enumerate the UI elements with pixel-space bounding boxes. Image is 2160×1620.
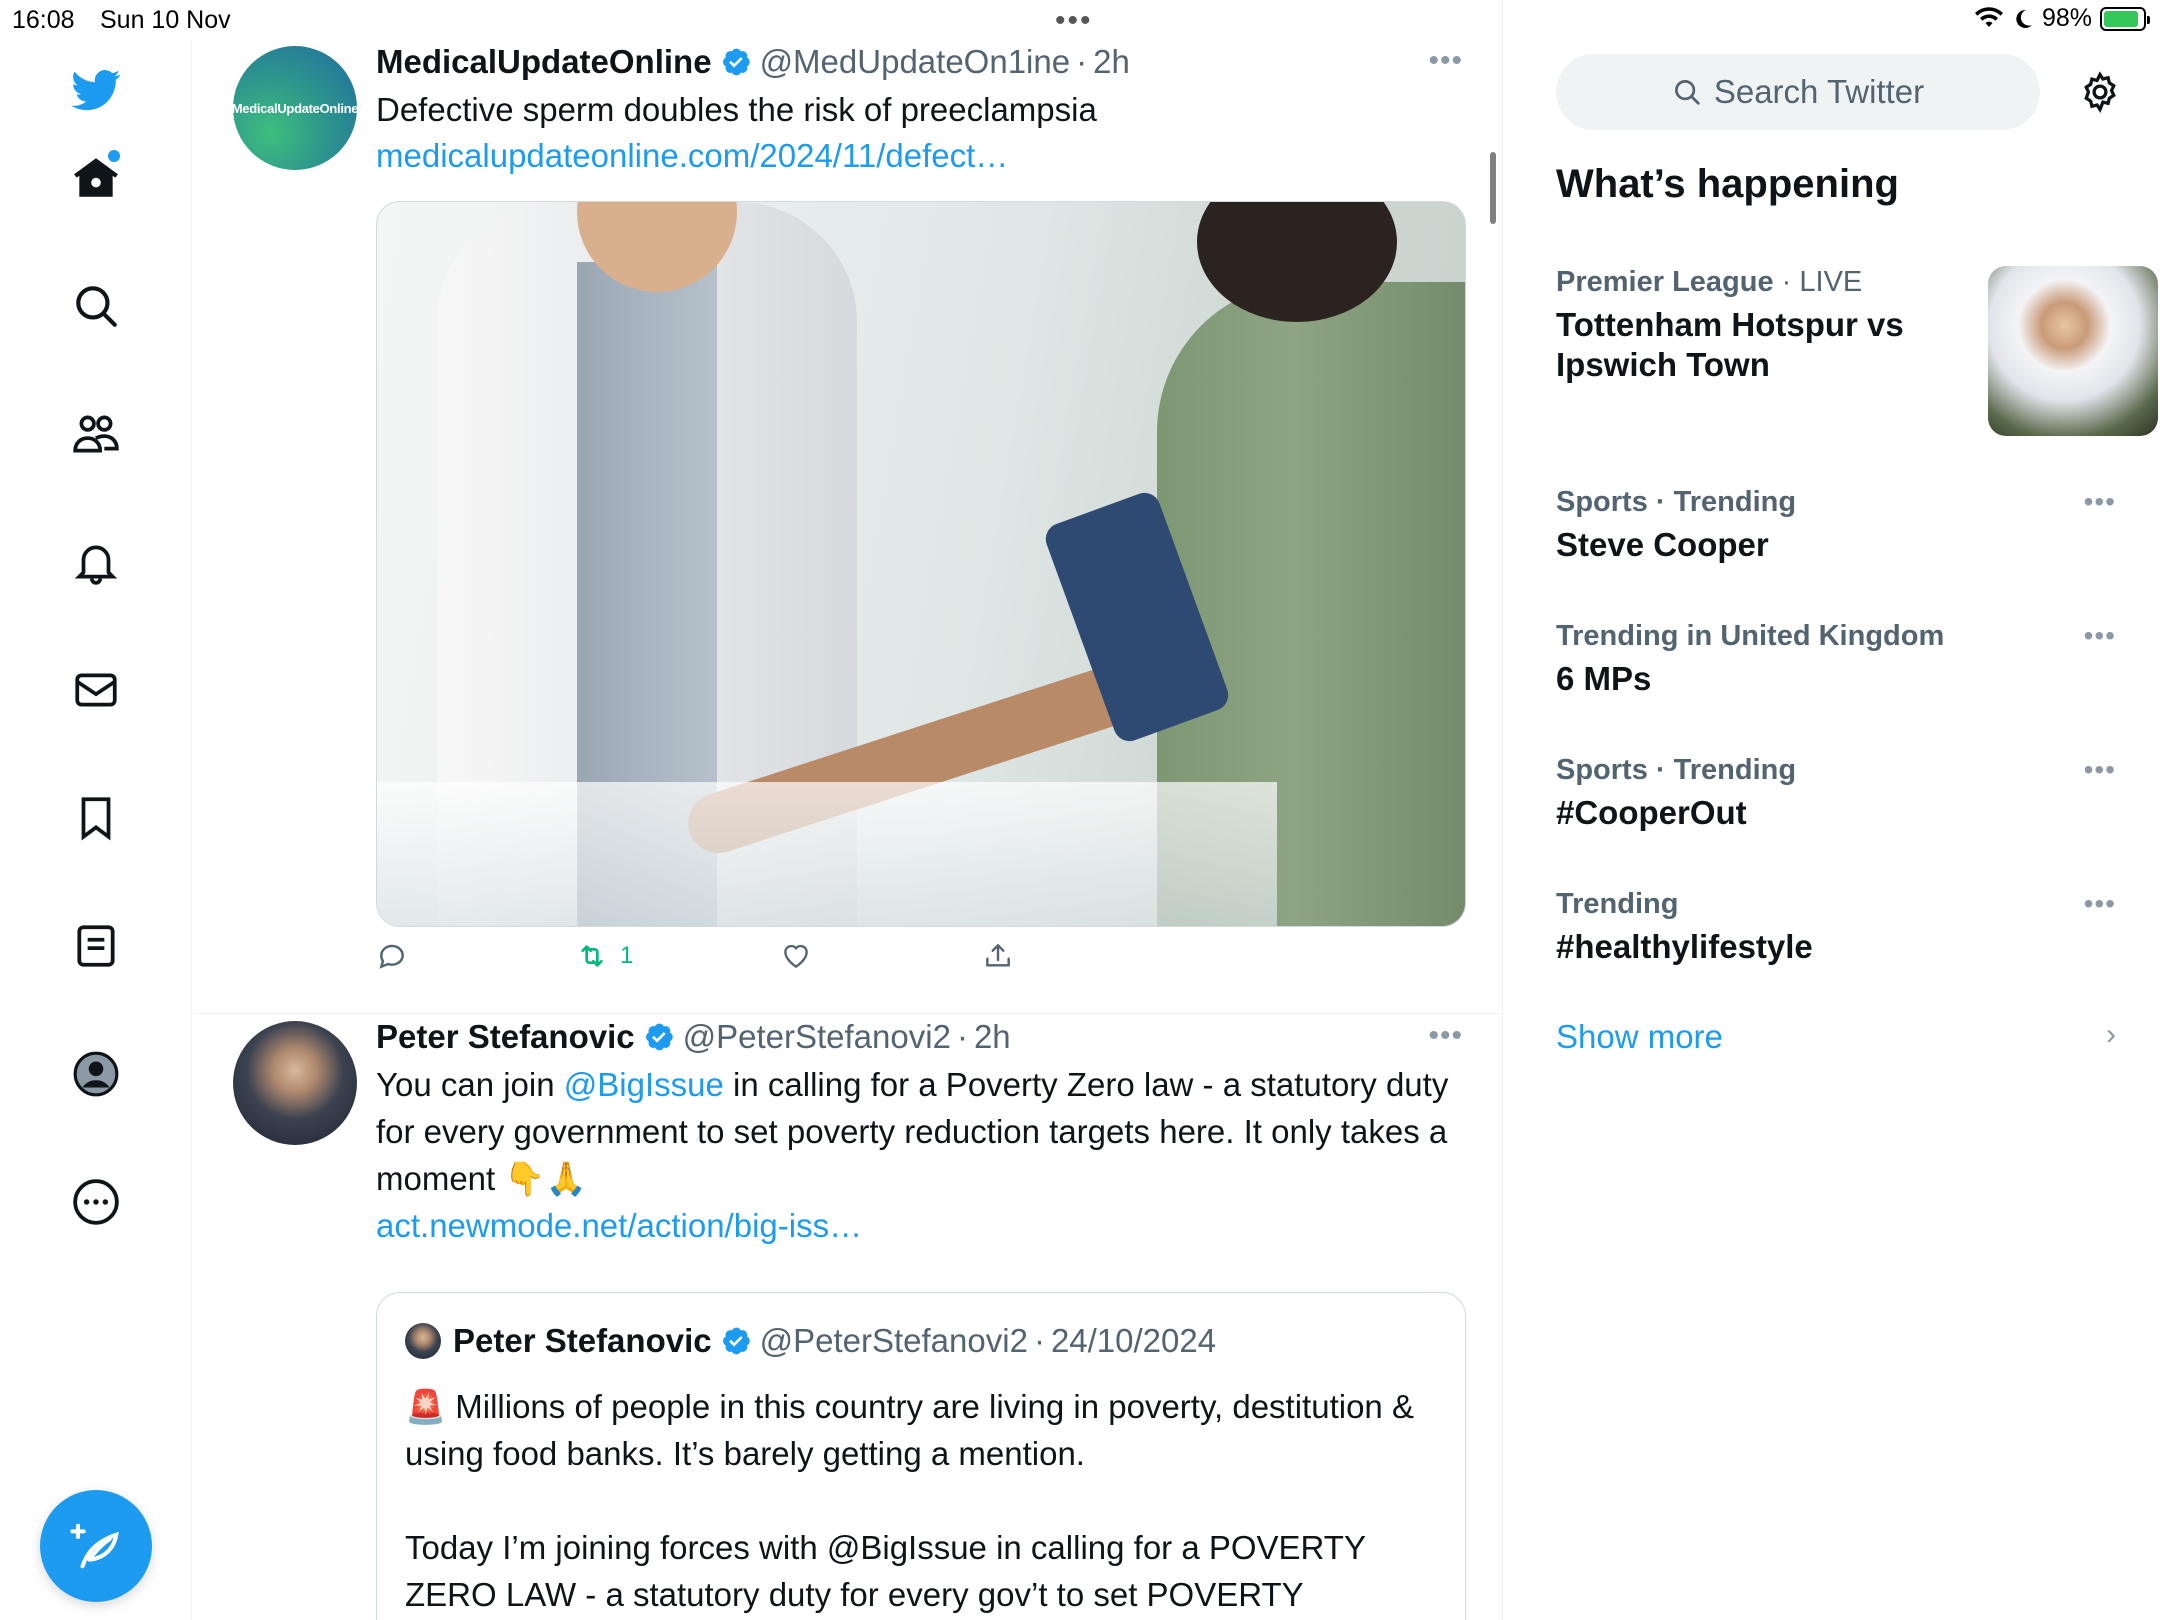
tweet-time[interactable]: 2h [1093, 43, 1130, 81]
whats-happening-title: What’s happening [1556, 162, 1899, 206]
show-more-label: Show more [1556, 1018, 1723, 1055]
trend-title: #CooperOut [1556, 794, 1747, 831]
separator-dot: · [1033, 1322, 1045, 1359]
trend-title: Tottenham Hotspur vs Ipswich Town [1556, 306, 1904, 383]
left-navigation [0, 40, 192, 1620]
separator-dot: · [1076, 43, 1088, 80]
heart-icon [784, 944, 808, 969]
mention-link[interactable]: @BigIssue [564, 1066, 724, 1103]
timeline[interactable]: MedicalUpdateOnline MedicalUpdateOnline … [193, 0, 1503, 1620]
tweet-header: Peter Stefanovic @PeterStefanovi2 · 2h [376, 1015, 1011, 1059]
author-handle[interactable]: @MedUpdateOn1ine [760, 43, 1071, 81]
live-label: LIVE [1799, 266, 1863, 298]
tweet-more-button[interactable]: ••• [1428, 1019, 1463, 1053]
reply-button[interactable] [376, 940, 408, 972]
avatar-logo-text: MedicalUpdateOnline [233, 100, 357, 116]
search-icon[interactable] [68, 278, 124, 334]
share-button[interactable] [982, 940, 1014, 972]
trend-context-label: Premier League [1556, 266, 1774, 298]
retweet-count: 1 [620, 942, 634, 969]
trend-more-button[interactable]: ••• [2084, 754, 2116, 786]
share-icon [986, 943, 1010, 967]
verified-badge-icon [722, 1327, 750, 1355]
battery-icon [2100, 6, 2150, 31]
new-posts-dot [108, 150, 120, 162]
moon-icon [2016, 9, 2032, 28]
trend-title: 6 MPs [1556, 660, 1652, 697]
tweet[interactable]: MedicalUpdateOnline MedicalUpdateOnline … [193, 40, 1502, 1014]
tweet[interactable]: Peter Stefanovic @PeterStefanovi2 · 2h •… [193, 1015, 1502, 1620]
trend-context: Trending in United Kingdom [1556, 620, 1945, 652]
trend-item[interactable]: Trending #healthylifestyle ••• [1556, 888, 2116, 967]
trend-title: #healthylifestyle [1556, 928, 1813, 965]
separator-dot: · [956, 1018, 968, 1055]
bookmark-icon[interactable] [68, 790, 124, 846]
communities-icon[interactable] [68, 406, 124, 462]
battery-percent: 98% [2041, 4, 2092, 32]
tweet-image[interactable] [376, 201, 1466, 927]
trend-context: Trending [1556, 888, 1679, 920]
like-button[interactable] [780, 940, 812, 972]
tweet-link[interactable]: medicalupdateonline.com/2024/11/defect… [376, 132, 1456, 179]
author-name[interactable]: Peter Stefanovic [376, 1018, 635, 1056]
wifi-icon [1974, 6, 2003, 27]
image-glass-table [377, 782, 1277, 926]
search-icon [1674, 80, 1700, 105]
compose-feather-icon [70, 1523, 119, 1569]
notifications-bell-icon[interactable] [68, 534, 124, 590]
author-name[interactable]: MedicalUpdateOnline [376, 43, 712, 81]
verified-badge-icon [645, 1023, 673, 1051]
author-handle: @PeterStefanovi2 [759, 1322, 1028, 1359]
author-name: Peter Stefanovic [453, 1322, 712, 1359]
search-placeholder: Search Twitter [1713, 73, 1925, 110]
compose-tweet-button[interactable] [40, 1490, 152, 1602]
home-icon[interactable] [68, 150, 124, 206]
retweet-icon [581, 945, 603, 967]
avatar [405, 1323, 441, 1359]
trend-context: Sports · Trending [1556, 754, 1797, 786]
tweet-text-before: You can join [376, 1066, 564, 1103]
search-input[interactable]: Search Twitter [1556, 54, 2040, 130]
reply-icon [379, 944, 404, 969]
trend-more-button[interactable]: ••• [2084, 888, 2116, 920]
tweet-text: Defective sperm doubles the risk of pree… [376, 91, 1097, 128]
quoted-tweet[interactable]: Peter Stefanovic @PeterStefanovi2 · 24/1… [376, 1292, 1466, 1620]
profile-avatar-icon[interactable] [68, 1046, 124, 1102]
show-more-link[interactable]: Show more › [1556, 1018, 2116, 1056]
tweet-date: 24/10/2024 [1050, 1322, 1217, 1359]
chevron-right-icon: › [2106, 1018, 2116, 1051]
tweet-more-button[interactable]: ••• [1428, 44, 1463, 78]
tweet-link[interactable]: act.newmode.net/action/big-iss… [376, 1202, 1456, 1249]
more-options-icon[interactable] [68, 1174, 124, 1230]
avatar[interactable] [233, 1021, 357, 1145]
tweet-header: MedicalUpdateOnline @MedUpdateOn1ine · 2… [376, 40, 1130, 84]
quoted-tweet-header: Peter Stefanovic @PeterStefanovi2 · 24/1… [405, 1319, 1216, 1363]
trend-more-button[interactable]: ••• [2084, 620, 2116, 652]
trend-item[interactable]: Sports · Trending Steve Cooper ••• [1556, 486, 2116, 565]
status-indicators: 98% [1974, 4, 2150, 33]
tweet-actions: 1 [376, 940, 1276, 984]
tweet-time[interactable]: 2h [974, 1018, 1011, 1056]
trend-title: Steve Cooper [1556, 526, 1769, 563]
lists-icon[interactable] [68, 918, 124, 974]
verified-badge-icon [722, 48, 750, 76]
twitter-logo-icon[interactable] [68, 62, 124, 118]
right-sidebar: Search Twitter What’s happening Premier … [1504, 40, 2160, 1620]
avatar[interactable]: MedicalUpdateOnline [233, 46, 357, 170]
trend-item[interactable]: Sports · Trending #CooperOut ••• [1556, 754, 2116, 833]
trend-item[interactable]: Premier League · LIVE Tottenham Hotspur … [1556, 266, 2158, 436]
trend-context: Sports · Trending [1556, 486, 1797, 518]
trend-more-button[interactable]: ••• [2084, 486, 2116, 518]
settings-gear-icon[interactable] [2072, 64, 2128, 120]
tweet-text: You can join @BigIssue in calling for a … [376, 1061, 1456, 1202]
status-time: 16:08 [12, 6, 75, 34]
trend-item[interactable]: Trending in United Kingdom 6 MPs ••• [1556, 620, 2116, 699]
retweet-button[interactable]: 1 [576, 940, 633, 972]
author-handle[interactable]: @PeterStefanovi2 [683, 1018, 951, 1056]
quoted-tweet-text: 🚨 Millions of people in this country are… [405, 1388, 1414, 1613]
trend-thumbnail-image [1988, 266, 2158, 436]
messages-envelope-icon[interactable] [68, 662, 124, 718]
